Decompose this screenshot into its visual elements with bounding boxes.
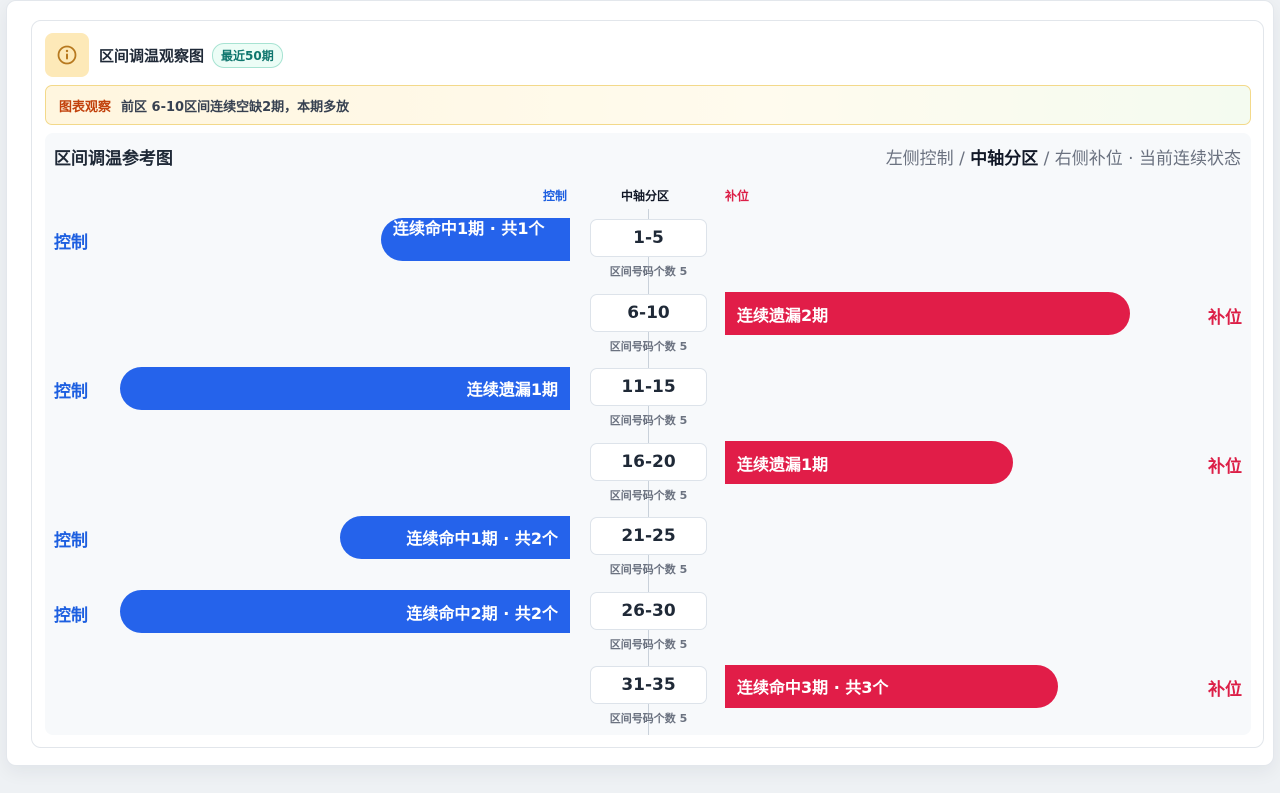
info-circle-icon <box>57 45 77 65</box>
zone-count-label: 区间号码个数 5 <box>609 712 688 725</box>
legend-dot: · <box>1122 149 1139 169</box>
panel-title: 区间调温参考图 <box>54 149 173 169</box>
zone-count-label: 区间号码个数 5 <box>609 414 688 427</box>
info-icon-box[interactable] <box>45 33 89 77</box>
legend-middle: 中轴分区 <box>970 149 1039 169</box>
fill-label: 补位 <box>1208 307 1242 328</box>
control-bar[interactable]: 连续命中2期 · 共2个 <box>120 590 570 633</box>
zone-count-label: 区间号码个数 5 <box>609 563 688 576</box>
zone-range-box[interactable]: 26-30 <box>590 591 707 630</box>
legend-sep-2: / <box>1038 149 1055 169</box>
control-label: 控制 <box>54 233 88 253</box>
zone-count-label: 区间号码个数 5 <box>609 488 688 502</box>
zone-range-box[interactable]: 31-35 <box>590 666 707 704</box>
zone-count-label: 区间号码个数 5 <box>609 339 688 353</box>
zone-range-box[interactable]: 6-10 <box>590 293 707 332</box>
zone-range-box[interactable]: 1-5 <box>590 219 707 257</box>
observation-banner: 图表观察 前区 6-10区间连续空缺2期，本期多放 <box>45 85 1251 125</box>
reference-chart-panel: 区间调温参考图 左侧控制 / 中轴分区 / 右侧补位 · 当前连续状态 控制 中… <box>45 133 1251 735</box>
column-header-center: 中轴分区 <box>621 189 670 203</box>
zone-count-label: 区间号码个数 5 <box>609 637 688 651</box>
control-bar[interactable]: 连续命中1期 · 共1个 <box>381 217 570 261</box>
legend-sep-1: / <box>953 149 971 169</box>
zone-count-label: 区间号码个数 5 <box>609 265 688 278</box>
control-bar[interactable]: 连续遗漏1期 <box>120 366 570 410</box>
zone-temperature-card: 区间调温观察图 最近50期 图表观察 前区 6-10区间连续空缺2期，本期多放 … <box>31 20 1264 748</box>
card-title: 区间调温观察图 <box>99 46 205 65</box>
control-label: 控制 <box>54 605 88 626</box>
panel-legend: 左侧控制 / 中轴分区 / 右侧补位 · 当前连续状态 <box>886 144 1241 169</box>
fill-bar[interactable]: 连续遗漏2期 <box>725 292 1130 335</box>
app-window: 区间调温观察图 最近50期 图表观察 前区 6-10区间连续空缺2期，本期多放 … <box>6 0 1274 766</box>
fill-bar[interactable]: 连续遗漏1期 <box>725 441 1013 484</box>
card-header: 区间调温观察图 最近50期 <box>45 33 283 77</box>
zone-range-box[interactable]: 11-15 <box>590 368 707 406</box>
column-header-left: 控制 <box>543 189 568 203</box>
zone-range-box[interactable]: 21-25 <box>590 517 707 555</box>
control-bar[interactable]: 连续命中1期 · 共2个 <box>340 515 570 559</box>
legend-tail: 当前连续状态 <box>1139 149 1241 169</box>
legend-right: 右侧补位 <box>1054 149 1123 169</box>
observation-text: 前区 6-10区间连续空缺2期，本期多放 <box>121 99 350 115</box>
fill-label: 补位 <box>1208 456 1242 477</box>
period-badge: 最近50期 <box>212 42 283 68</box>
fill-bar[interactable]: 连续命中3期 · 共3个 <box>725 664 1058 708</box>
legend-left: 左侧控制 <box>885 149 954 169</box>
zone-range-box[interactable]: 16-20 <box>590 442 707 481</box>
column-header-right: 补位 <box>725 189 750 203</box>
control-label: 控制 <box>54 531 88 551</box>
fill-label: 补位 <box>1208 680 1242 700</box>
observation-label: 图表观察 <box>59 99 112 115</box>
control-label: 控制 <box>54 382 88 402</box>
